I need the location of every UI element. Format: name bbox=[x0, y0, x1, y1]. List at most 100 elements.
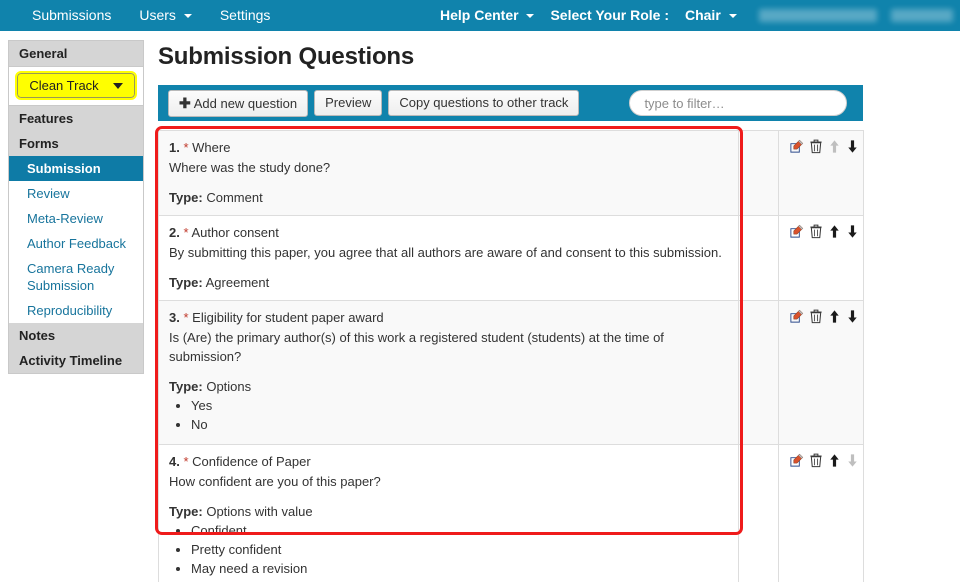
track-select-wrap: Clean Track bbox=[9, 67, 143, 106]
question-cell: 3. * Eligibility for student paper award… bbox=[158, 300, 739, 445]
question-type-label: Type: bbox=[169, 275, 203, 290]
nav-item-settings[interactable]: Settings bbox=[206, 0, 285, 31]
track-select[interactable]: Clean Track bbox=[15, 71, 137, 100]
navbar-left-group: Submissions Users Settings bbox=[0, 0, 284, 31]
copy-questions-button[interactable]: Copy questions to other track bbox=[388, 90, 580, 116]
page-title: Submission Questions bbox=[158, 43, 415, 70]
question-title-line: 4. * Confidence of Paper bbox=[169, 453, 728, 471]
nav-item-users[interactable]: Users bbox=[125, 0, 205, 31]
arrow-up-icon[interactable] bbox=[828, 309, 841, 324]
actions-cell bbox=[778, 444, 864, 582]
question-type-label: Type: bbox=[169, 190, 203, 205]
sidebar-item-author-feedback[interactable]: Author Feedback bbox=[9, 231, 143, 256]
sidebar-item-meta-review[interactable]: Meta-Review bbox=[9, 206, 143, 231]
add-new-question-button[interactable]: ✚ Add new question bbox=[168, 89, 309, 117]
required-marker: * bbox=[183, 140, 189, 155]
question-description: How confident are you of this paper? bbox=[169, 474, 381, 489]
nav-item-settings-label: Settings bbox=[219, 7, 271, 23]
trash-icon[interactable] bbox=[809, 309, 823, 324]
nav-item-users-label: Users bbox=[139, 7, 176, 23]
track-select-value: Clean Track bbox=[29, 78, 99, 93]
sidebar-item-review-label: Review bbox=[27, 186, 70, 201]
sidebar-item-activity-timeline[interactable]: Activity Timeline bbox=[9, 348, 143, 373]
required-marker: * bbox=[183, 310, 189, 325]
sidebar-item-author-feedback-label: Author Feedback bbox=[27, 236, 127, 251]
row-actions bbox=[789, 224, 857, 239]
list-item: Pretty confident bbox=[191, 540, 728, 559]
question-type-line: Type: Options with value bbox=[169, 504, 728, 519]
spacer-cell bbox=[738, 300, 779, 445]
arrow-up-icon[interactable] bbox=[828, 224, 841, 239]
question-title-line: 2. * Author consent bbox=[169, 224, 728, 242]
questions-toolbar: ✚ Add new question Preview Copy questions… bbox=[158, 85, 863, 121]
question-type-line: Type: Comment bbox=[169, 190, 728, 205]
filter-input[interactable] bbox=[629, 90, 848, 116]
arrow-up-icon[interactable] bbox=[828, 453, 841, 468]
question-title-line: 1. * Where bbox=[169, 139, 728, 157]
sidebar-item-submission[interactable]: Submission bbox=[9, 156, 143, 181]
question-type-label: Type: bbox=[169, 504, 203, 519]
nav-item-help-center-label: Help Center bbox=[440, 7, 519, 23]
sidebar-item-meta-review-label: Meta-Review bbox=[27, 211, 103, 226]
edit-icon[interactable] bbox=[789, 309, 804, 324]
question-type-line: Type: Options bbox=[169, 379, 728, 394]
trash-icon[interactable] bbox=[809, 224, 823, 239]
question-title: Author consent bbox=[191, 225, 279, 240]
main-content: Submission Questions ✚ Add new question P… bbox=[144, 31, 956, 582]
nav-item-submissions[interactable]: Submissions bbox=[18, 0, 125, 31]
chevron-down-icon bbox=[728, 14, 737, 19]
question-title: Eligibility for student paper award bbox=[192, 310, 384, 325]
nav-item-role-chair[interactable]: Chair bbox=[677, 0, 745, 31]
nav-item-help-center[interactable]: Help Center bbox=[432, 0, 542, 31]
trash-icon[interactable] bbox=[809, 139, 823, 154]
arrow-down-icon bbox=[846, 453, 859, 468]
redacted-logout[interactable] bbox=[890, 9, 953, 22]
question-cell: 1. * Where Where was the study done? Typ… bbox=[158, 130, 739, 216]
question-number: 1. bbox=[169, 140, 180, 155]
question-options: Confident Pretty confident May need a re… bbox=[169, 521, 728, 578]
table-row: 4. * Confidence of Paper How confident a… bbox=[158, 444, 864, 582]
list-item: Yes bbox=[191, 396, 728, 415]
question-number: 4. bbox=[169, 454, 180, 469]
question-type-value: Agreement bbox=[205, 275, 270, 290]
chevron-down-icon bbox=[183, 14, 192, 19]
sidebar-item-notes-label: Notes bbox=[19, 328, 56, 343]
arrow-down-icon[interactable] bbox=[846, 224, 859, 239]
question-cell: 2. * Author consent By submitting this p… bbox=[158, 215, 739, 301]
question-title: Confidence of Paper bbox=[192, 454, 311, 469]
question-options: Yes No bbox=[169, 396, 728, 434]
list-item: Confident bbox=[191, 521, 728, 540]
question-title: Where bbox=[192, 140, 231, 155]
edit-icon[interactable] bbox=[789, 139, 804, 154]
sidebar-item-forms[interactable]: Forms bbox=[9, 131, 143, 156]
sidebar-item-notes[interactable]: Notes bbox=[9, 323, 143, 348]
sidebar-item-reproducibility[interactable]: Reproducibility bbox=[9, 298, 143, 323]
question-type-line: Type: Agreement bbox=[169, 275, 728, 290]
sidebar-header-general: General bbox=[9, 41, 143, 67]
preview-button[interactable]: Preview bbox=[314, 90, 383, 116]
redacted-user-name[interactable] bbox=[758, 9, 877, 22]
edit-icon[interactable] bbox=[789, 453, 804, 468]
edit-icon[interactable] bbox=[789, 224, 804, 239]
actions-cell bbox=[778, 130, 864, 216]
sidebar-item-review[interactable]: Review bbox=[9, 181, 143, 206]
trash-icon[interactable] bbox=[809, 453, 823, 468]
table-row: 2. * Author consent By submitting this p… bbox=[158, 215, 864, 301]
arrow-down-icon[interactable] bbox=[846, 309, 859, 324]
select-your-role-label: Select Your Role : bbox=[550, 7, 669, 23]
preview-label: Preview bbox=[325, 95, 372, 110]
question-type-value: Options with value bbox=[206, 504, 313, 519]
row-actions bbox=[789, 453, 857, 468]
plus-icon: ✚ bbox=[179, 94, 191, 111]
sidebar-item-features[interactable]: Features bbox=[9, 106, 143, 131]
chevron-down-icon bbox=[526, 14, 535, 19]
add-new-question-label: Add new question bbox=[193, 95, 298, 111]
question-number: 3. bbox=[169, 310, 180, 325]
copy-questions-label: Copy questions to other track bbox=[399, 95, 569, 110]
sidebar-item-reproducibility-label: Reproducibility bbox=[27, 303, 113, 318]
actions-cell bbox=[778, 215, 864, 301]
sidebar: General Clean Track Features Forms Submi… bbox=[8, 40, 144, 374]
arrow-down-icon[interactable] bbox=[846, 139, 859, 154]
sidebar-item-camera-ready-submission[interactable]: Camera Ready Submission bbox=[9, 256, 143, 298]
spacer-cell bbox=[738, 215, 779, 301]
